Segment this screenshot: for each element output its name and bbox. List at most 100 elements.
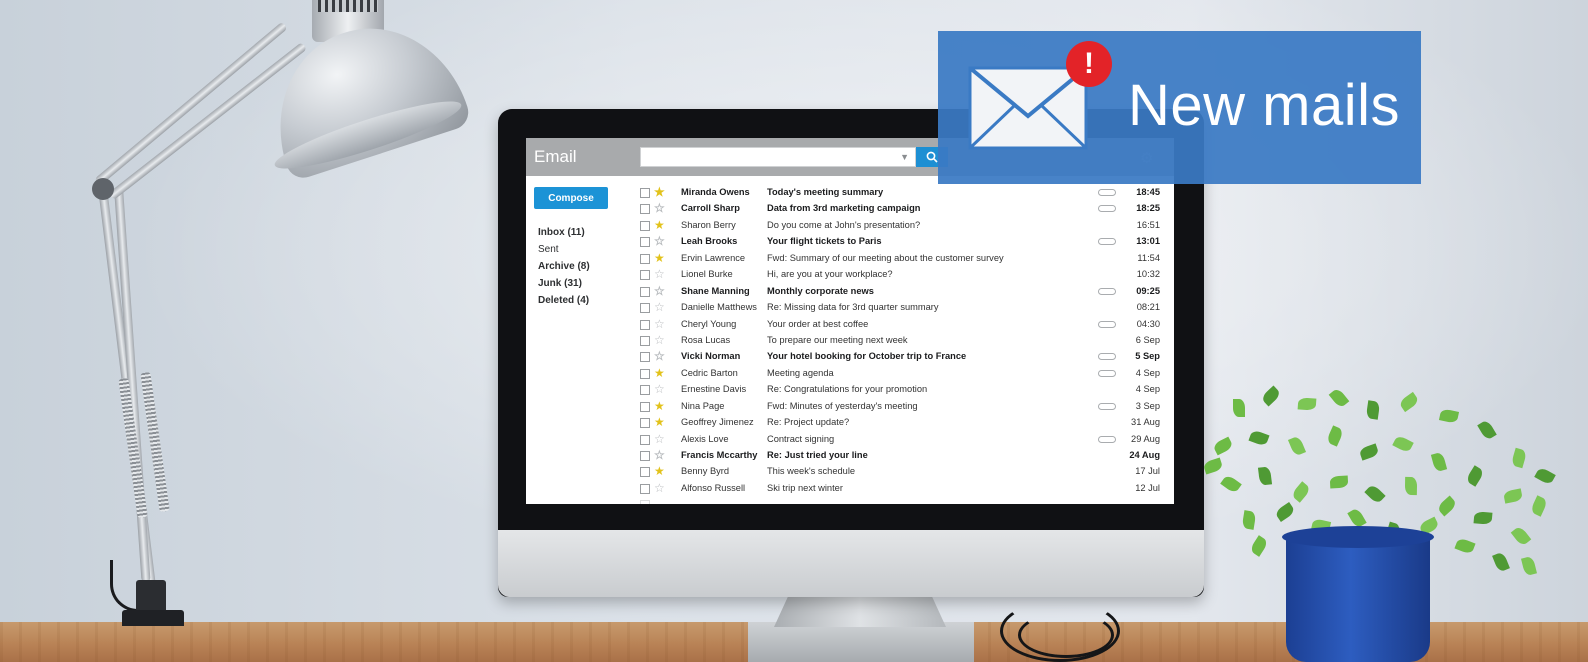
- folder-item[interactable]: Junk (31): [538, 276, 590, 293]
- star-icon[interactable]: ☆: [654, 316, 665, 332]
- mail-row[interactable]: ☆ Vicki Norman Your hotel booking for Octo…: [638, 349, 1162, 365]
- envelope-icon: [968, 66, 1088, 150]
- checkbox-icon[interactable]: [640, 220, 650, 231]
- checkbox-icon[interactable]: [640, 418, 650, 429]
- mail-subject: Fwd: Summary of our meeting about the cu…: [767, 252, 1004, 263]
- mail-subject: Contract signing: [767, 433, 835, 444]
- lamp-joint: [92, 178, 114, 200]
- checkbox-icon[interactable]: [640, 319, 650, 330]
- mail-row[interactable]: ☆ Alfonso Russell Ski trip next winter 12 J…: [638, 481, 1162, 497]
- mail-sender: Rosa Lucas: [681, 334, 731, 345]
- folder-item[interactable]: Deleted (4): [538, 293, 590, 310]
- dropdown-caret-icon[interactable]: ▼: [900, 152, 909, 162]
- email-app: Email ▼ ⚙ Compose Inbox (11)SentArchive …: [526, 138, 1174, 504]
- star-icon[interactable]: ★: [654, 217, 665, 233]
- star-icon[interactable]: ☆: [654, 299, 665, 315]
- mail-date: 6 Sep: [1135, 334, 1160, 345]
- star-icon[interactable]: ☆: [654, 200, 665, 216]
- mail-row[interactable]: ☆ Alexis Love Contract signing 29 Aug: [638, 432, 1162, 448]
- checkbox-icon[interactable]: [640, 303, 650, 314]
- star-icon[interactable]: ☆: [654, 447, 665, 463]
- mail-subject: Your order at best coffee: [767, 318, 869, 329]
- mail-sender: Danielle Matthews: [681, 302, 757, 313]
- mail-subject: Re: Project update?: [767, 417, 850, 428]
- checkbox-icon[interactable]: [640, 253, 650, 264]
- mail-row[interactable]: ☆ Lionel Burke Hi, are you at your workpla…: [638, 267, 1162, 283]
- checkbox-icon[interactable]: [640, 286, 650, 297]
- checkbox-icon[interactable]: [640, 385, 650, 396]
- search-input[interactable]: ▼: [640, 147, 916, 167]
- star-icon[interactable]: ★: [654, 184, 665, 200]
- mail-row-partial: [638, 497, 1162, 504]
- checkbox-icon[interactable]: [640, 451, 650, 461]
- monitor-stand-neck: [774, 597, 946, 627]
- sidebar: Compose Inbox (11) Sent Archive (8) Junk (3…: [526, 176, 630, 504]
- plant-leaf: [1365, 400, 1381, 420]
- notification-text: New mails: [1128, 73, 1400, 138]
- mail-sender: Cedric Barton: [681, 367, 738, 378]
- checkbox-icon[interactable]: [640, 270, 650, 281]
- checkbox-icon[interactable]: [640, 335, 650, 346]
- star-icon[interactable]: ★: [654, 365, 665, 381]
- mail-row[interactable]: ☆ Danielle Matthews Re: Missing data for 3…: [638, 300, 1162, 316]
- star-icon[interactable]: ★: [654, 398, 665, 414]
- star-icon[interactable]: ☆: [654, 480, 665, 496]
- mail-row[interactable]: ★ Nina Page Fwd: Minutes of yesterday's me…: [638, 399, 1162, 415]
- checkbox-icon[interactable]: [640, 188, 650, 198]
- folder-item[interactable]: Inbox (11): [538, 225, 590, 242]
- star-icon[interactable]: ★: [654, 414, 665, 430]
- checkbox-icon[interactable]: [640, 237, 650, 248]
- mail-date: 08:21: [1136, 302, 1160, 313]
- mail-row[interactable]: ☆ Leah Brooks Your flight tickets to Paris…: [638, 234, 1162, 250]
- mail-row[interactable]: ★ Ervin Lawrence Fwd: Summary of our meeti…: [638, 251, 1162, 267]
- star-icon[interactable]: ☆: [654, 348, 665, 364]
- folder-item[interactable]: Sent: [538, 242, 590, 259]
- mail-sender: Shane Manning: [681, 285, 750, 296]
- mail-row[interactable]: ☆ Rosa Lucas To prepare our meeting next w…: [638, 333, 1162, 349]
- new-mail-notification[interactable]: ! New mails: [938, 31, 1421, 184]
- star-icon[interactable]: ☆: [654, 283, 665, 299]
- folder-item[interactable]: Archive (8): [538, 259, 590, 276]
- mail-row[interactable]: ☆ Cheryl Young Your order at best coffee 04…: [638, 317, 1162, 333]
- checkbox-icon[interactable]: [640, 368, 650, 379]
- checkbox-icon[interactable]: [640, 401, 650, 412]
- mail-sender: Alexis Love: [681, 433, 729, 444]
- checkbox-icon[interactable]: [640, 352, 650, 363]
- star-icon[interactable]: ★: [654, 463, 665, 479]
- star-icon[interactable]: ☆: [654, 431, 665, 447]
- checkbox-icon[interactable]: [640, 467, 650, 478]
- monitor-cable: [1018, 612, 1114, 658]
- mail-row[interactable]: ☆ Shane Manning Monthly corporate news 09:2…: [638, 284, 1162, 300]
- star-icon[interactable]: ☆: [654, 266, 665, 282]
- plant-leaf: [1233, 399, 1245, 417]
- mail-date: 13:01: [1136, 236, 1160, 247]
- alert-badge-icon: !: [1066, 41, 1112, 87]
- mail-row[interactable]: ★ Geoffrey Jimenez Re: Project update? 31 A…: [638, 415, 1162, 431]
- mail-row[interactable]: ☆ Carroll Sharp Data from 3rd marketing ca…: [638, 201, 1162, 217]
- mail-row[interactable]: ★ Miranda Owens Today's meeting summary 18:…: [638, 185, 1162, 201]
- mail-date: 16:51: [1136, 219, 1160, 230]
- mail-date: 4 Sep: [1135, 384, 1160, 395]
- mail-subject: Hi, are you at your workplace?: [767, 269, 893, 280]
- star-icon[interactable]: ☆: [654, 233, 665, 249]
- mail-row[interactable]: ★ Cedric Barton Meeting agenda 4 Sep: [638, 366, 1162, 382]
- mail-row[interactable]: ☆ Francis Mccarthy Re: Just tried your lin…: [638, 448, 1162, 464]
- checkbox-icon[interactable]: [640, 204, 650, 215]
- star-icon[interactable]: ☆: [654, 332, 665, 348]
- mail-date: 04:30: [1136, 318, 1160, 329]
- plant-pot: [1286, 532, 1430, 662]
- mail-sender: Sharon Berry: [681, 219, 736, 230]
- lamp-base: [122, 610, 184, 626]
- mail-row[interactable]: ★ Benny Byrd This week's schedule 17 Jul: [638, 464, 1162, 480]
- mail-sender: Leah Brooks: [681, 236, 738, 247]
- compose-button[interactable]: Compose: [534, 187, 608, 209]
- star-icon[interactable]: ☆: [654, 381, 665, 397]
- checkbox-icon[interactable]: [640, 483, 650, 494]
- star-icon[interactable]: ★: [654, 250, 665, 266]
- checkbox-icon[interactable]: [640, 434, 650, 445]
- search-icon: [926, 151, 938, 163]
- mail-row[interactable]: ★ Sharon Berry Do you come at John's prese…: [638, 218, 1162, 234]
- mail-subject: Re: Just tried your line: [767, 450, 868, 460]
- checkbox-icon: [640, 500, 650, 504]
- mail-row[interactable]: ☆ Ernestine Davis Re: Congratulations for …: [638, 382, 1162, 398]
